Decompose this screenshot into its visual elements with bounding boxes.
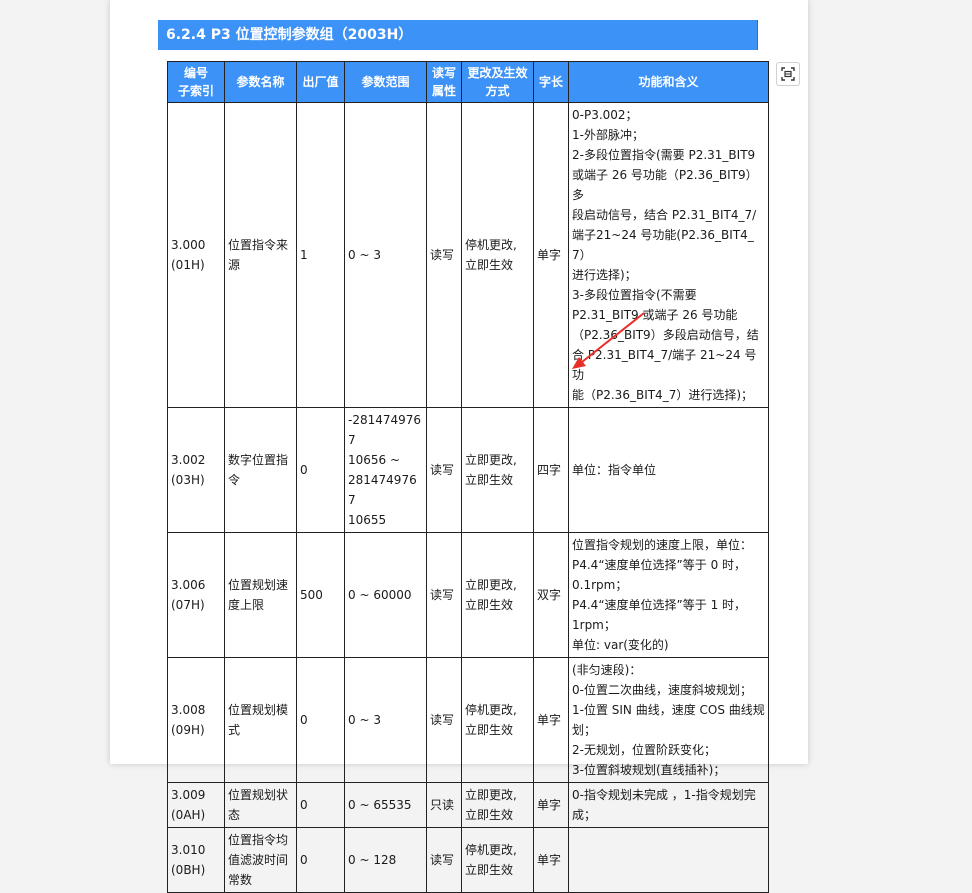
cell-length: 双字 [533,532,569,658]
cell-index: 3.002 (03H) [167,407,225,533]
cell-name: 位置指令均值滤波时间常数 [224,827,297,893]
cell-rw: 只读 [426,782,462,828]
cell-default: 1 [296,102,345,408]
cell-range: 0 ~ 3 [344,102,427,408]
table-row: 3.002 (03H) 数字位置指令 0 -2814749767 10656 ~… [167,407,769,533]
table-row: 3.000 (01H) 位置指令来源 1 0 ~ 3 读写 停机更改, 立即生效… [167,102,769,408]
cell-function: 位置指令规划的速度上限，单位： P4.4“速度单位选择”等于 0 时， 0.1r… [568,532,769,658]
cell-name: 位置规划状态 [224,782,297,828]
cell-effect: 停机更改, 立即生效 [461,102,534,408]
table-row: 3.010 (0BH) 位置指令均值滤波时间常数 0 0 ~ 128 读写 停机… [167,827,769,893]
cell-default: 0 [296,827,345,893]
table-header-row: 编号 子索引 参数名称 出厂值 参数范围 读写 属性 更改及生效 方式 字长 功… [167,61,769,103]
cell-function: 0-指令规划未完成 ，1-指令规划完 成； [568,782,769,828]
cell-rw: 读写 [426,407,462,533]
cell-function: 0-P3.002； 1-外部脉冲； 2-多段位置指令(需要 P2.31_BIT9… [568,102,769,408]
parameter-table: 编号 子索引 参数名称 出厂值 参数范围 读写 属性 更改及生效 方式 字长 功… [167,61,769,893]
fullscreen-button[interactable] [776,62,800,86]
cell-length: 单字 [533,827,569,893]
header-default: 出厂值 [296,61,345,103]
cell-effect: 立即更改, 立即生效 [461,532,534,658]
table-row: 3.009 (0AH) 位置规划状态 0 0 ~ 65535 只读 立即更改, … [167,782,769,828]
cell-rw: 读写 [426,532,462,658]
cell-name: 位置规划速度上限 [224,532,297,658]
cell-effect: 立即更改, 立即生效 [461,782,534,828]
cell-name: 数字位置指令 [224,407,297,533]
header-function: 功能和含义 [568,61,769,103]
header-length: 字长 [533,61,569,103]
cell-index: 3.010 (0BH) [167,827,225,893]
cell-function: 单位：指令单位 [568,407,769,533]
cell-length: 单字 [533,782,569,828]
cell-index: 3.009 (0AH) [167,782,225,828]
table-row: 3.006 (07H) 位置规划速度上限 500 0 ~ 60000 读写 立即… [167,532,769,658]
cell-length: 四字 [533,407,569,533]
header-index: 编号 子索引 [167,61,225,103]
cell-length: 单字 [533,102,569,408]
cell-range: -2814749767 10656 ~ 2814749767 10655 [344,407,427,533]
cell-effect: 立即更改, 立即生效 [461,407,534,533]
cell-range: 0 ~ 60000 [344,532,427,658]
header-range: 参数范围 [344,61,427,103]
fullscreen-icon [781,67,795,81]
cell-rw: 读写 [426,102,462,408]
cell-default: 0 [296,407,345,533]
cell-default: 500 [296,532,345,658]
cell-name: 位置指令来源 [224,102,297,408]
cell-default: 0 [296,782,345,828]
cell-rw: 读写 [426,827,462,893]
cell-range: 0 ~ 65535 [344,782,427,828]
cell-effect: 停机更改, 立即生效 [461,827,534,893]
cell-index: 3.006 (07H) [167,532,225,658]
cell-function [568,827,769,893]
header-effect: 更改及生效 方式 [461,61,534,103]
section-title: 6.2.4 P3 位置控制参数组（2003H） [158,20,758,50]
cell-index: 3.000 (01H) [167,102,225,408]
header-name: 参数名称 [224,61,297,103]
cell-range: 0 ~ 128 [344,827,427,893]
header-rw: 读写 属性 [426,61,462,103]
